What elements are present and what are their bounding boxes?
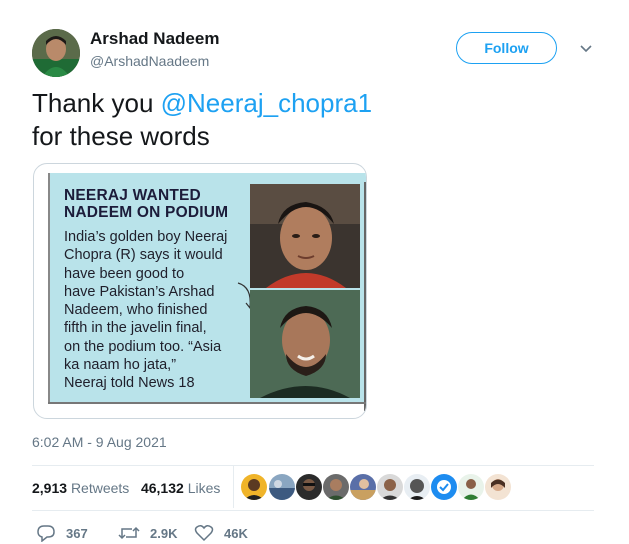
stats-separator bbox=[233, 466, 234, 508]
like-count: 46K bbox=[224, 525, 248, 541]
clipping-body-line: ka naam ho jata,” bbox=[64, 357, 177, 374]
divider bbox=[32, 510, 594, 511]
tweet-media-image[interactable]: NEERAJ WANTED NADEEM ON PODIUM India’s g… bbox=[33, 163, 367, 419]
retweets-count: 2,913 bbox=[32, 480, 68, 496]
clipping-headline-line: NADEEM ON PODIUM bbox=[64, 204, 229, 221]
like-button[interactable]: 46K bbox=[194, 522, 248, 544]
liker-avatar[interactable] bbox=[377, 474, 403, 500]
tweet-text-prefix: Thank you bbox=[32, 88, 161, 118]
likes-stat[interactable]: 46,132 Likes bbox=[141, 480, 220, 496]
clipping-headline-line: NEERAJ WANTED bbox=[64, 187, 201, 204]
retweet-icon bbox=[118, 526, 140, 540]
clipping-body-line: fifth in the javelin final, bbox=[64, 320, 207, 337]
clipping-body-line: Chopra (R) says it would bbox=[64, 247, 223, 264]
mention-link[interactable]: @Neeraj_chopra1 bbox=[161, 88, 372, 118]
clipping-body-line: India’s golden boy Neeraj bbox=[64, 229, 228, 245]
reply-button[interactable]: 367 bbox=[36, 522, 88, 544]
liker-avatar[interactable] bbox=[485, 474, 511, 500]
newspaper-clipping: NEERAJ WANTED NADEEM ON PODIUM India’s g… bbox=[48, 173, 366, 411]
engagement-stats: 2,913 Retweets 46,132 Likes bbox=[32, 480, 220, 496]
heart-icon bbox=[194, 524, 214, 542]
clipping-body-line: Neeraj told News 18 bbox=[64, 375, 195, 392]
clipping-border bbox=[48, 402, 366, 404]
liker-avatar[interactable] bbox=[269, 474, 295, 500]
author-handle[interactable]: @ArshadNaadeem bbox=[90, 53, 209, 69]
retweet-button[interactable]: 2.9K bbox=[118, 522, 177, 544]
chevron-down-icon[interactable] bbox=[576, 38, 596, 58]
retweet-count: 2.9K bbox=[150, 525, 178, 541]
liker-avatar[interactable] bbox=[458, 474, 484, 500]
nadeem-photo bbox=[250, 290, 360, 398]
tweet-text: Thank you @Neeraj_chopra1 for these word… bbox=[32, 87, 592, 153]
column-separator bbox=[364, 182, 366, 411]
tweet-text-suffix: for these words bbox=[32, 121, 210, 151]
reply-count: 367 bbox=[66, 525, 88, 541]
follow-button[interactable]: Follow bbox=[456, 32, 557, 64]
liker-avatar[interactable] bbox=[404, 474, 430, 500]
tweet-timestamp[interactable]: 6:02 AM - 9 Aug 2021 bbox=[32, 434, 167, 450]
divider bbox=[32, 465, 594, 466]
clipping-body-line: have been good to bbox=[64, 265, 185, 282]
clipping-body-line: have Pakistan’s Arshad bbox=[64, 283, 215, 300]
retweets-label: Retweets bbox=[70, 480, 130, 496]
author-name[interactable]: Arshad Nadeem bbox=[90, 29, 219, 49]
liker-avatar[interactable] bbox=[350, 474, 376, 500]
liker-avatar[interactable] bbox=[241, 474, 267, 500]
liker-avatar[interactable] bbox=[296, 474, 322, 500]
neeraj-photo bbox=[250, 184, 360, 288]
clipping-body: India’s golden boy Neeraj Chopra (R) say… bbox=[64, 228, 254, 393]
likes-count: 46,132 bbox=[140, 480, 184, 496]
reply-icon bbox=[37, 525, 55, 542]
liker-avatar[interactable] bbox=[431, 474, 457, 500]
retweets-stat[interactable]: 2,913 Retweets bbox=[32, 480, 129, 496]
clipping-body-line: on the podium too. “Asia bbox=[64, 338, 222, 355]
clipping-headline: NEERAJ WANTED NADEEM ON PODIUM bbox=[64, 187, 254, 221]
author-avatar[interactable] bbox=[32, 29, 80, 77]
likes-label: Likes bbox=[187, 480, 221, 496]
liker-avatar[interactable] bbox=[323, 474, 349, 500]
clipping-body-line: Nadeem, who finished bbox=[64, 302, 208, 319]
